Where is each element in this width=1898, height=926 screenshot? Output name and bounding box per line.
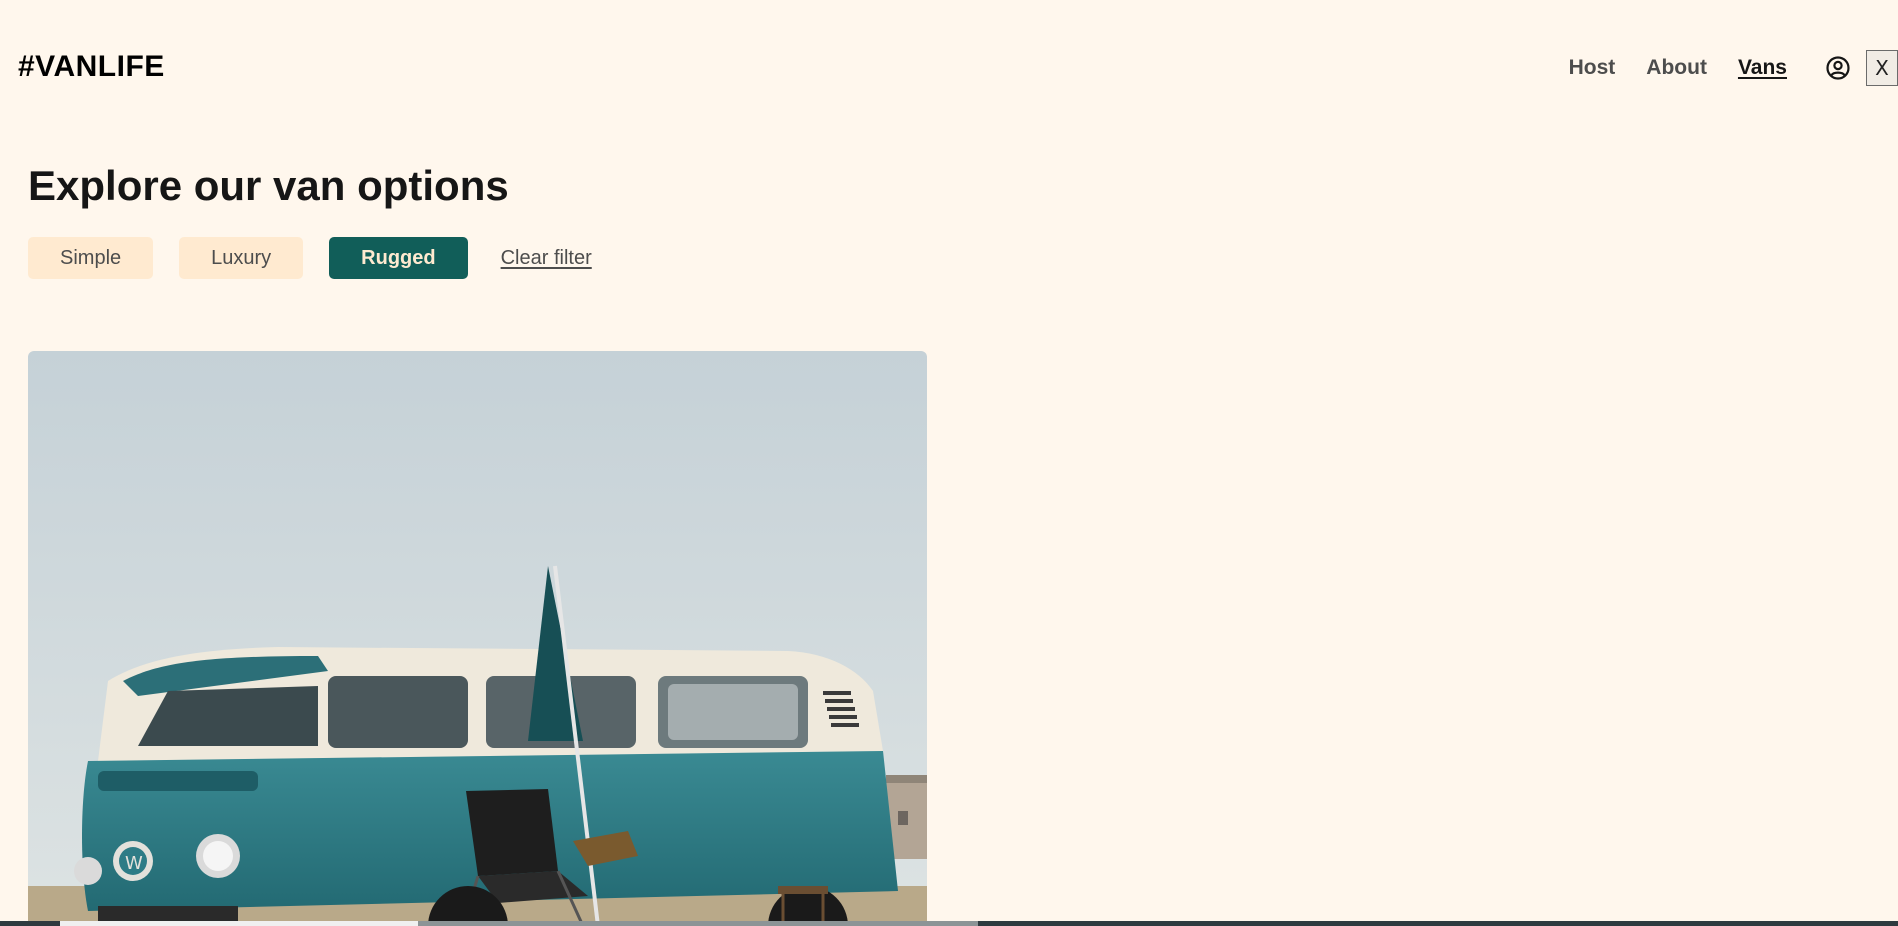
nav-link-vans[interactable]: Vans [1738, 56, 1787, 80]
svg-text:W: W [125, 853, 143, 874]
filter-rugged-button[interactable]: Rugged [329, 237, 468, 279]
filter-simple-button[interactable]: Simple [28, 237, 154, 279]
bottom-strip-segment [418, 921, 978, 926]
site-logo[interactable]: #VANLIFE [18, 50, 165, 84]
close-button[interactable]: X [1866, 50, 1898, 86]
filter-luxury-button[interactable]: Luxury [179, 237, 304, 279]
van-image: W [28, 351, 927, 926]
clear-filter-link[interactable]: Clear filter [501, 247, 592, 270]
site-header: #VANLIFE Host About Vans X [0, 0, 1898, 136]
bottom-scrollbar [0, 921, 1898, 926]
main-nav: Host About Vans X [1569, 50, 1898, 86]
filter-bar: Simple Luxury Rugged Clear filter [28, 237, 1868, 279]
nav-link-about[interactable]: About [1646, 56, 1707, 80]
nav-link-host[interactable]: Host [1569, 56, 1616, 80]
bottom-strip-segment [60, 921, 418, 926]
user-circle-icon[interactable] [1825, 55, 1851, 81]
page-title: Explore our van options [28, 162, 509, 209]
van-card[interactable]: W [28, 351, 927, 926]
vans-page: Explore our van options Simple Luxury Ru… [28, 160, 1868, 279]
